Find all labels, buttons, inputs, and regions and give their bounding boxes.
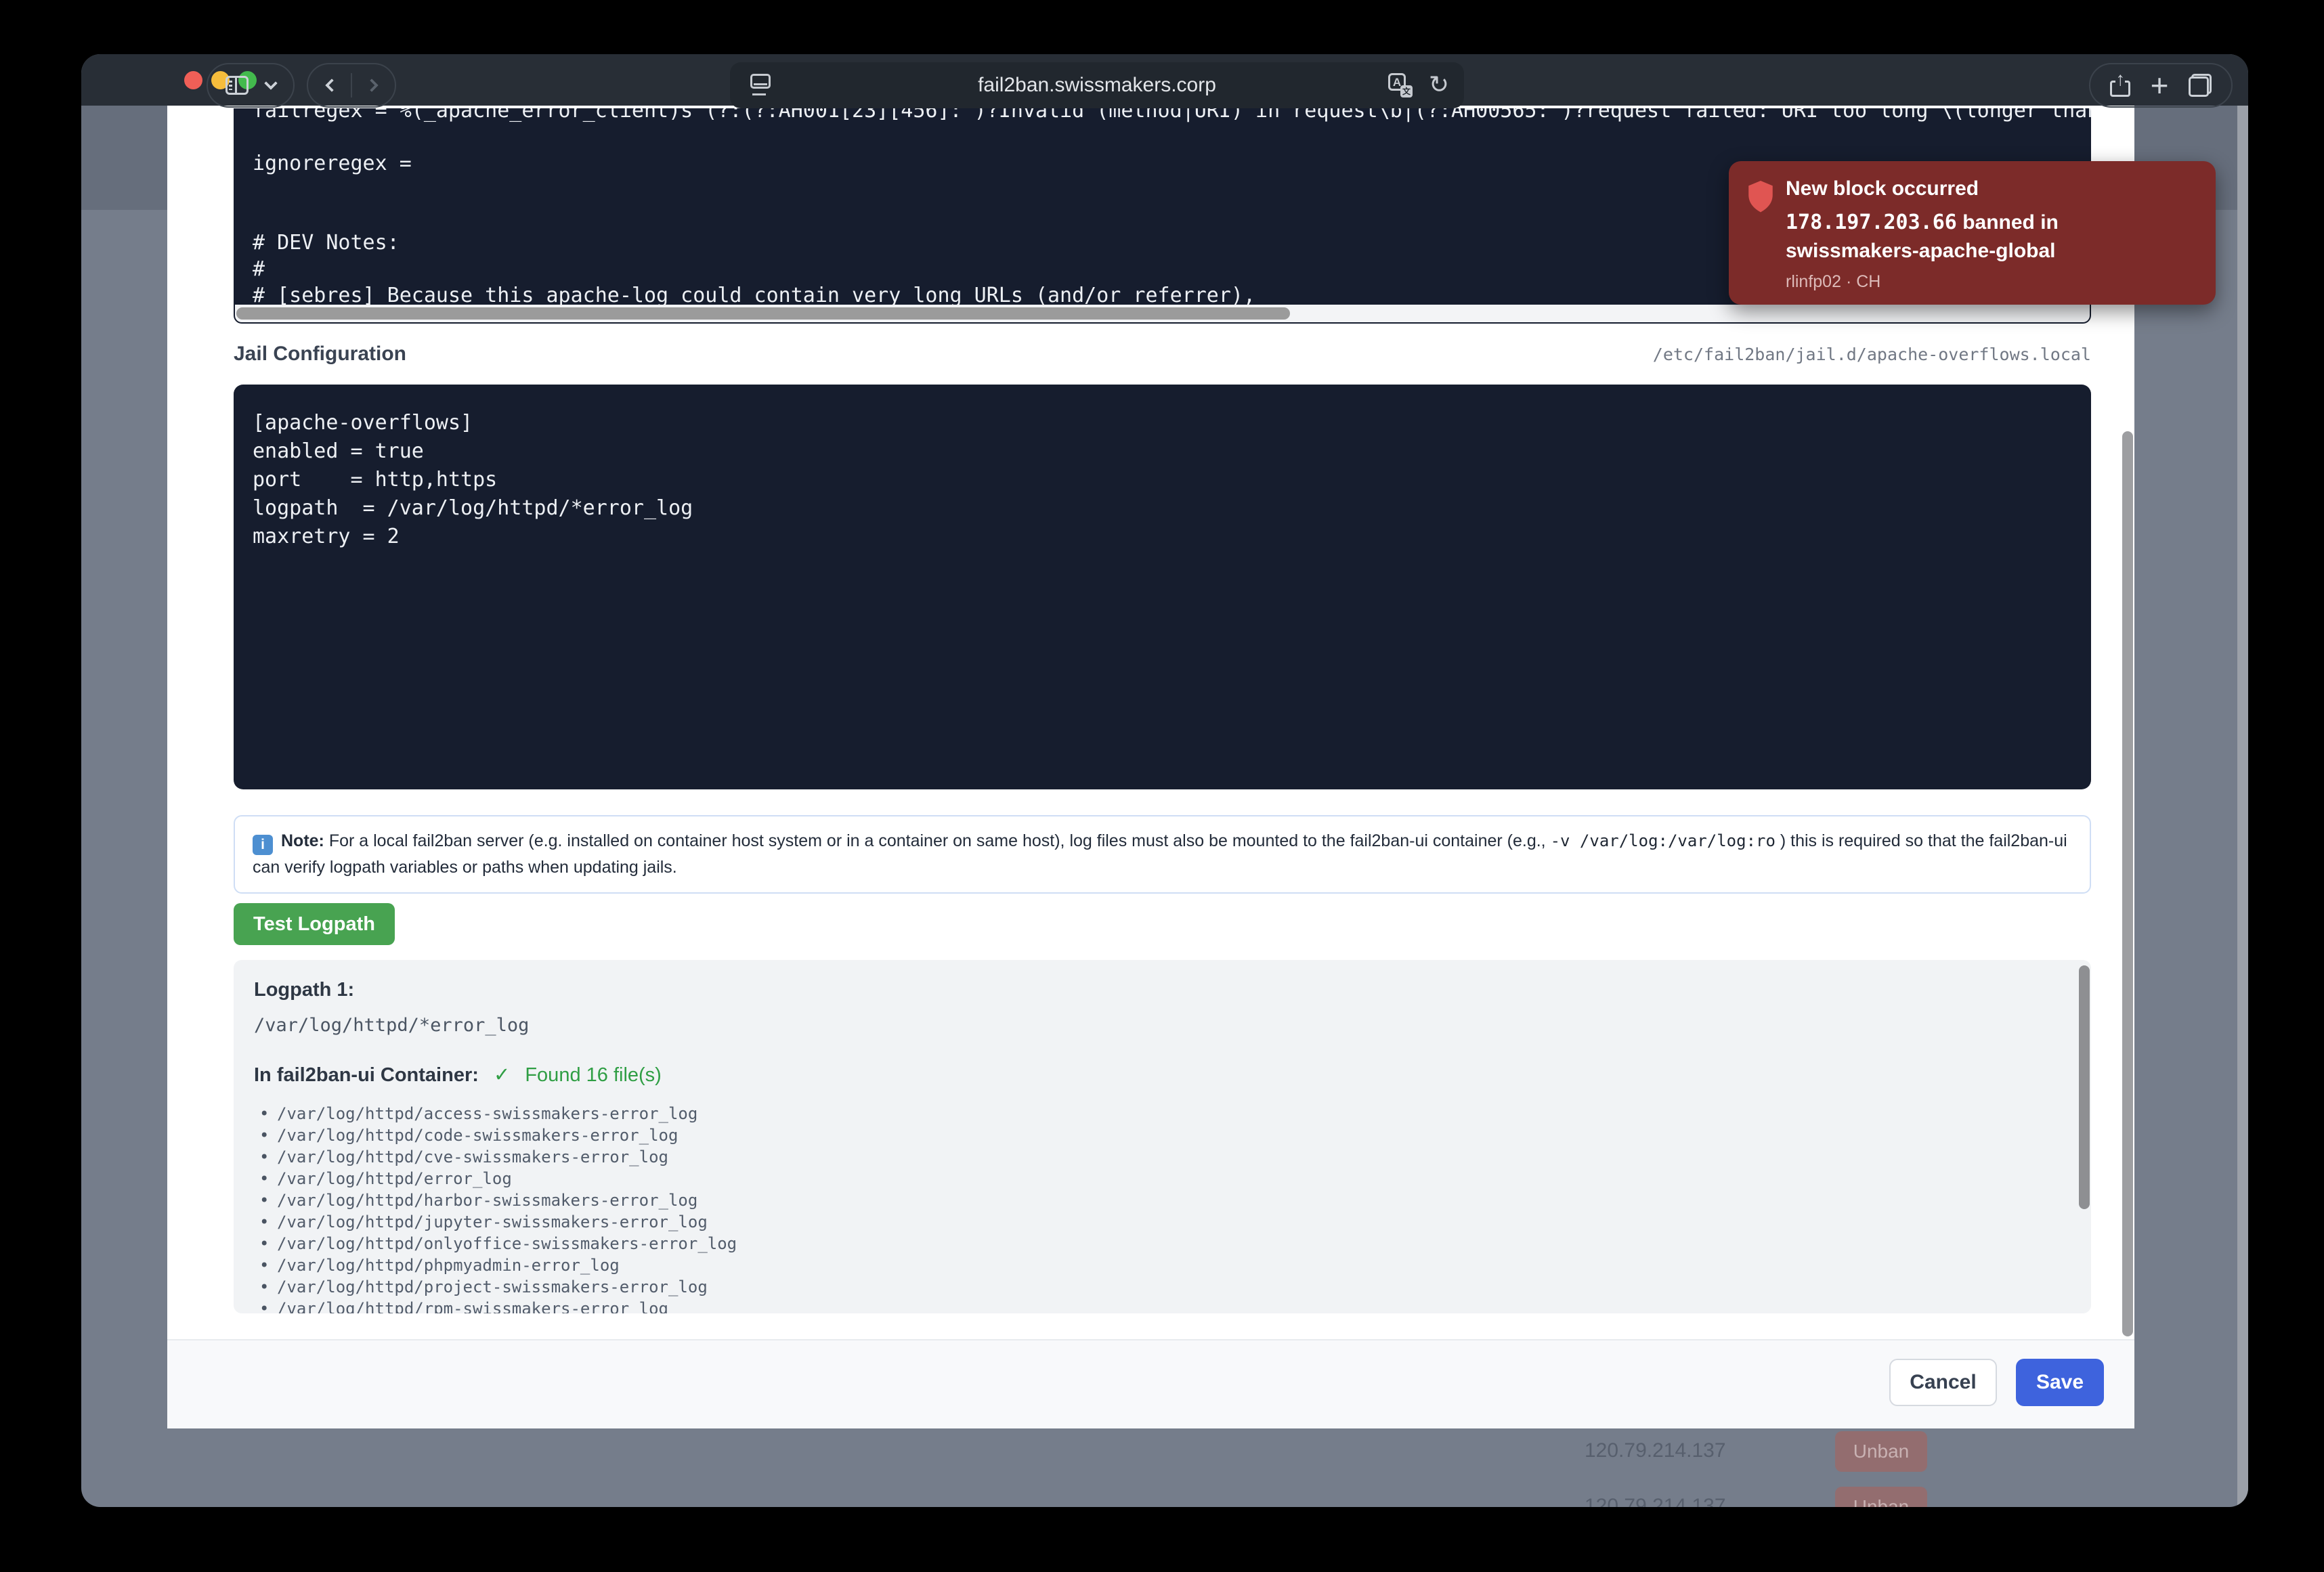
toolbar-right-buttons: + bbox=[2089, 63, 2233, 108]
new-tab-icon[interactable]: + bbox=[2151, 72, 2169, 99]
toast-meta: rlinfp02 · CH bbox=[1786, 272, 2197, 292]
background-unban-button[interactable]: Unban bbox=[1835, 1431, 1927, 1472]
logpath-result-value: /var/log/httpd/*error_log bbox=[254, 1015, 2071, 1036]
navigation-buttons bbox=[307, 63, 396, 108]
info-icon: i bbox=[253, 835, 273, 855]
page-settings-icon[interactable] bbox=[750, 74, 771, 89]
note-code-snippet: -v /var/log:/var/log:ro bbox=[1551, 831, 1776, 850]
found-file-item: /var/log/httpd/rpm-swissmakers-error_log bbox=[254, 1298, 2071, 1313]
cancel-button[interactable]: Cancel bbox=[1889, 1359, 1997, 1406]
found-file-item: /var/log/httpd/phpmyadmin-error_log bbox=[254, 1254, 2071, 1276]
found-file-item: /var/log/httpd/onlyoffice-swissmakers-er… bbox=[254, 1233, 2071, 1254]
toast-body: New block occurred 178.197.203.66 banned… bbox=[1786, 177, 2197, 305]
translate-icon[interactable]: A文 bbox=[1388, 73, 1413, 97]
safari-titlebar: fail2ban.swissmakers.corp A文 ↻ + bbox=[81, 54, 2248, 106]
page-scrollbar[interactable] bbox=[2237, 106, 2248, 1507]
found-file-item: /var/log/httpd/code-swissmakers-error_lo… bbox=[254, 1125, 2071, 1146]
save-button[interactable]: Save bbox=[2016, 1359, 2104, 1406]
logpath-test-results: Logpath 1: /var/log/httpd/*error_log In … bbox=[234, 960, 2091, 1313]
address-bar[interactable]: fail2ban.swissmakers.corp A文 ↻ bbox=[730, 62, 1464, 108]
check-icon: ✓ bbox=[494, 1064, 510, 1086]
logpath-result-label: Logpath 1: bbox=[254, 979, 2071, 1001]
test-logpath-button[interactable]: Test Logpath bbox=[234, 903, 395, 945]
found-file-item: /var/log/httpd/harbor-swissmakers-error_… bbox=[254, 1189, 2071, 1211]
jail-configuration-title: Jail Configuration bbox=[234, 343, 406, 366]
close-window-button[interactable] bbox=[184, 71, 202, 89]
forward-button[interactable] bbox=[365, 79, 379, 92]
found-files-list: /var/log/httpd/access-swissmakers-error_… bbox=[254, 1103, 2071, 1313]
url-text[interactable]: fail2ban.swissmakers.corp bbox=[730, 74, 1464, 97]
modal-footer: Cancel Save bbox=[167, 1339, 2134, 1428]
note-label: Note: bbox=[281, 831, 324, 850]
share-icon[interactable] bbox=[2110, 74, 2130, 97]
logpath-note: i Note: For a local fail2ban server (e.g.… bbox=[234, 815, 2091, 894]
new-block-toast[interactable]: New block occurred 178.197.203.66 banned… bbox=[1729, 161, 2216, 305]
tab-overview-icon[interactable] bbox=[2189, 74, 2212, 97]
found-file-item: /var/log/httpd/project-swissmakers-error… bbox=[254, 1276, 2071, 1298]
found-file-item: /var/log/httpd/error_log bbox=[254, 1168, 2071, 1189]
background-ip-cell: 120.79.214.137 bbox=[1585, 1439, 1726, 1462]
found-files-count: Found 16 file(s) bbox=[525, 1064, 662, 1086]
chevron-down-icon[interactable] bbox=[264, 77, 278, 90]
modal-scrollbar-thumb[interactable] bbox=[2122, 431, 2133, 1336]
found-file-item: /var/log/httpd/jupyter-swissmakers-error… bbox=[254, 1211, 2071, 1233]
found-file-item: /var/log/httpd/access-swissmakers-error_… bbox=[254, 1103, 2071, 1125]
jail-config-file-path: /etc/fail2ban/jail.d/apache-overflows.lo… bbox=[1653, 345, 2091, 364]
reload-icon[interactable]: ↻ bbox=[1429, 70, 1449, 99]
note-text-1: For a local fail2ban server (e.g. instal… bbox=[324, 831, 1551, 850]
toast-title: New block occurred bbox=[1786, 177, 2197, 200]
back-button[interactable] bbox=[325, 79, 339, 92]
browser-window: 120.79.214.137 Unban 120.79.214.137 Unba… bbox=[81, 54, 2248, 1507]
divider bbox=[351, 73, 352, 97]
results-scrollbar-thumb[interactable] bbox=[2079, 965, 2090, 1209]
container-check-label: In fail2ban-ui Container: bbox=[254, 1064, 479, 1086]
jail-config-text[interactable]: [apache-overflows] enabled = true port =… bbox=[253, 409, 693, 551]
sidebar-icon bbox=[225, 76, 249, 95]
filter-horizontal-scrollbar[interactable] bbox=[235, 305, 2090, 322]
sidebar-toggle-button[interactable] bbox=[207, 63, 295, 108]
jail-config-editor[interactable]: [apache-overflows] enabled = true port =… bbox=[234, 385, 2091, 789]
found-file-item: /var/log/httpd/cve-swissmakers-error_log bbox=[254, 1146, 2071, 1168]
shield-icon bbox=[1746, 177, 1786, 305]
background-ip-cell: 120.79.214.137 bbox=[1585, 1495, 1726, 1507]
banned-ip: 178.197.203.66 bbox=[1786, 211, 1957, 234]
filter-horizontal-scrollbar-thumb[interactable] bbox=[236, 307, 1290, 320]
background-unban-button[interactable]: Unban bbox=[1835, 1487, 1927, 1507]
